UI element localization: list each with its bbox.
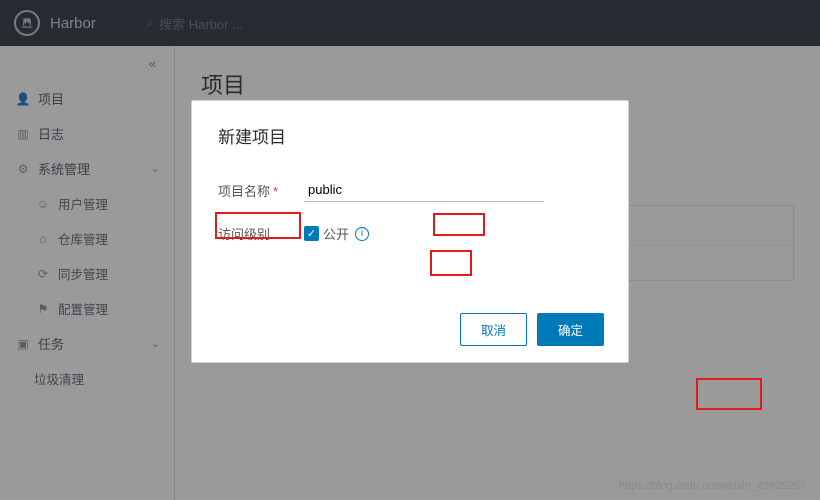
access-label: 访问级别	[218, 224, 304, 243]
public-checkbox[interactable]: ✓	[304, 226, 319, 241]
project-name-input[interactable]	[304, 178, 544, 202]
modal-overlay: 新建项目 项目名称* 访问级别 ✓ 公开 i 取消 确定	[0, 0, 820, 500]
modal-title: 新建项目	[218, 123, 604, 148]
name-label: 项目名称*	[218, 181, 304, 200]
new-project-dialog: 新建项目 项目名称* 访问级别 ✓ 公开 i 取消 确定	[191, 100, 629, 363]
source-credit: https://blog.csdn.net/weixin_45925257	[619, 480, 806, 492]
confirm-button[interactable]: 确定	[537, 313, 604, 346]
info-icon[interactable]: i	[355, 227, 369, 241]
public-checkbox-label: 公开	[323, 224, 349, 243]
cancel-button[interactable]: 取消	[460, 313, 527, 346]
